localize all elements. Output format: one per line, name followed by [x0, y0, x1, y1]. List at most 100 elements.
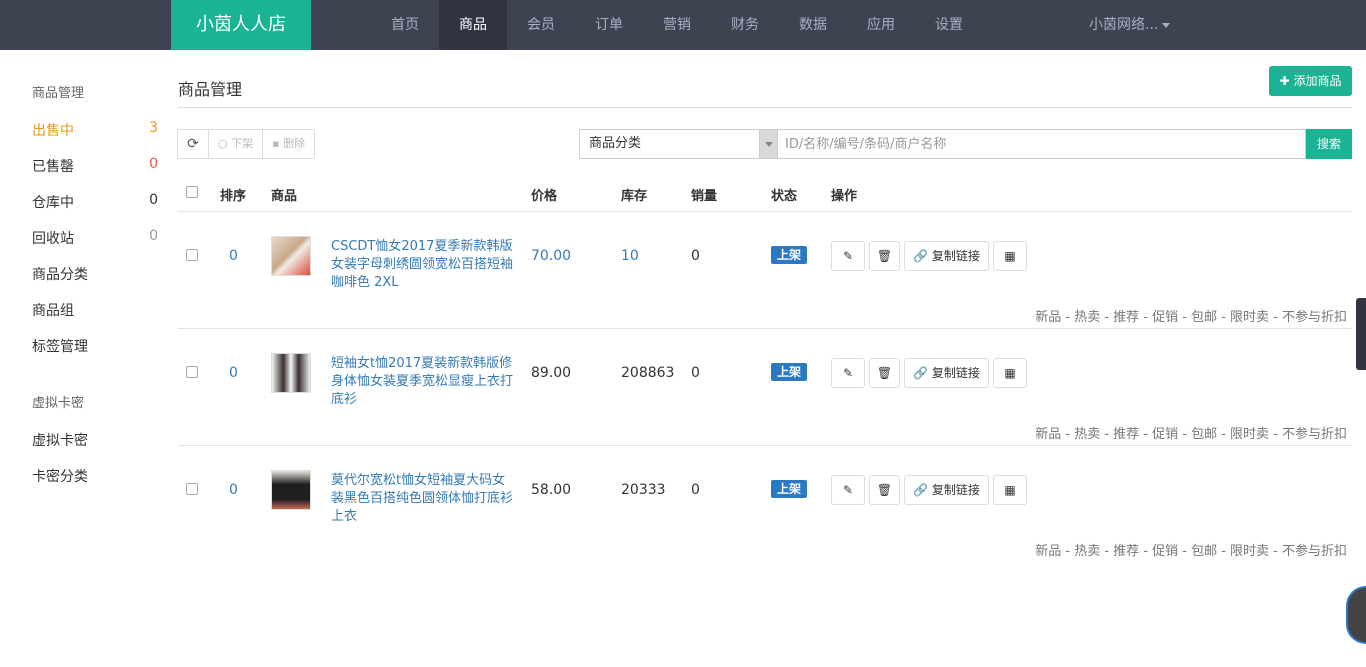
- sidebar-item-groups[interactable]: 商品组: [32, 300, 158, 320]
- nav-marketing[interactable]: 营销: [643, 0, 711, 50]
- copy-link-label: 复制链接: [931, 483, 980, 497]
- sort-value[interactable]: 0: [229, 248, 238, 264]
- nav-goods[interactable]: 商品: [439, 0, 507, 50]
- product-tags[interactable]: 新品 - 热卖 - 推荐 - 促销 - 包邮 - 限时卖 - 不参与折扣: [1035, 306, 1347, 325]
- trash-icon: ▪: [272, 137, 280, 150]
- side-tool-handle[interactable]: [1356, 298, 1366, 370]
- edit-button[interactable]: ✎: [831, 241, 865, 271]
- category-select[interactable]: 商品分类: [579, 129, 778, 159]
- stock-value[interactable]: 10: [621, 248, 639, 264]
- page-title: 商品管理: [178, 80, 243, 99]
- product-thumbnail[interactable]: [271, 353, 311, 393]
- nav-members[interactable]: 会员: [507, 0, 575, 50]
- top-navbar: 小茵人人店 首页 商品 会员 订单 营销 财务 数据 应用 设置 小茵网络...: [0, 0, 1366, 50]
- product-thumbnail[interactable]: [271, 236, 311, 276]
- price-value[interactable]: 70.00: [531, 248, 571, 264]
- delete-row-button[interactable]: 🗑: [869, 241, 900, 271]
- refresh-button[interactable]: ⟳: [178, 130, 208, 158]
- link-icon: 🔗: [913, 366, 929, 380]
- sales-value: 0: [691, 248, 700, 264]
- column-header-status: 状态: [771, 189, 798, 204]
- plus-icon: ✚: [1279, 74, 1290, 88]
- nav-settings[interactable]: 设置: [915, 0, 983, 50]
- sidebar-section-virtual-cards: 虚拟卡密: [32, 396, 85, 411]
- sort-value[interactable]: 0: [229, 365, 238, 381]
- edit-button[interactable]: ✎: [831, 358, 865, 388]
- divider: [178, 445, 1352, 446]
- sidebar-section-goods: 商品管理: [32, 86, 85, 101]
- edit-button[interactable]: ✎: [831, 475, 865, 505]
- qrcode-button[interactable]: ▦: [993, 358, 1027, 388]
- link-icon: 🔗: [913, 483, 929, 497]
- user-menu[interactable]: 小茵网络...: [1089, 0, 1171, 50]
- category-select-value: 商品分类: [589, 136, 642, 151]
- sidebar-item-label: 出售中: [32, 123, 74, 139]
- sidebar-item-on-sale[interactable]: 出售中 3: [32, 120, 158, 140]
- status-badge[interactable]: 上架: [771, 246, 808, 264]
- trash-icon: 🗑: [876, 483, 893, 497]
- column-header-price: 价格: [531, 189, 558, 204]
- avatar[interactable]: [1346, 586, 1366, 644]
- copy-link-button[interactable]: 🔗 复制链接: [904, 358, 989, 388]
- sales-value: 0: [691, 482, 700, 498]
- status-badge[interactable]: 上架: [771, 363, 808, 381]
- sidebar-item-categories[interactable]: 商品分类: [32, 264, 158, 284]
- add-goods-button[interactable]: ✚ 添加商品: [1269, 66, 1352, 96]
- nav-home[interactable]: 首页: [371, 0, 439, 50]
- brand-logo[interactable]: 小茵人人店: [171, 0, 311, 50]
- qrcode-button[interactable]: ▦: [993, 241, 1027, 271]
- edit-icon: ✎: [842, 249, 854, 263]
- circle-icon: ○: [218, 137, 228, 150]
- product-name-link[interactable]: 短袖女t恤2017夏装新款韩版修身体恤女装夏季宽松显瘦上衣打底衫: [331, 355, 517, 409]
- product-thumbnail[interactable]: [271, 470, 311, 510]
- search-button[interactable]: 搜索: [1306, 129, 1352, 159]
- product-name-link[interactable]: CSCDT恤女2017夏季新款韩版女装字母刺绣圆领宽松百搭短袖咖啡色 2XL: [331, 238, 517, 292]
- delete-row-button[interactable]: 🗑: [869, 358, 900, 388]
- sidebar-item-label: 已售罄: [32, 159, 74, 175]
- nav-orders[interactable]: 订单: [575, 0, 643, 50]
- sidebar-item-card-categories[interactable]: 卡密分类: [32, 466, 158, 486]
- sidebar-item-sold-out[interactable]: 已售罄 0: [32, 156, 158, 176]
- search-input[interactable]: [778, 129, 1306, 159]
- copy-link-button[interactable]: 🔗 复制链接: [904, 475, 989, 505]
- delete-row-button[interactable]: 🗑: [869, 475, 900, 505]
- edit-icon: ✎: [842, 483, 854, 497]
- add-goods-label: 添加商品: [1293, 74, 1342, 88]
- refresh-icon: ⟳: [187, 136, 199, 152]
- row-checkbox[interactable]: [186, 249, 198, 261]
- count-badge: 0: [149, 156, 158, 172]
- product-name-link[interactable]: 莫代尔宽松t恤女短袖夏大码女装黑色百搭纯色圆领体恤打底衫上衣: [331, 472, 517, 526]
- price-value[interactable]: 89.00: [531, 365, 571, 381]
- sidebar-item-virtual-cards[interactable]: 虚拟卡密: [32, 430, 158, 450]
- sidebar-item-warehouse[interactable]: 仓库中 0: [32, 192, 158, 212]
- sidebar-item-recycle-bin[interactable]: 回收站 0: [32, 228, 158, 248]
- sort-value[interactable]: 0: [229, 482, 238, 498]
- count-badge: 3: [149, 120, 158, 136]
- dropdown-arrow-icon: [759, 130, 777, 158]
- qrcode-button[interactable]: ▦: [993, 475, 1027, 505]
- stock-value[interactable]: 208863: [621, 365, 674, 381]
- column-header-actions: 操作: [831, 189, 858, 204]
- offshelf-button[interactable]: ○ 下架: [208, 130, 262, 158]
- qrcode-icon: ▦: [1004, 249, 1016, 263]
- product-tags[interactable]: 新品 - 热卖 - 推荐 - 促销 - 包邮 - 限时卖 - 不参与折扣: [1035, 423, 1347, 442]
- price-value[interactable]: 58.00: [531, 482, 571, 498]
- column-header-sales: 销量: [691, 189, 718, 204]
- status-badge[interactable]: 上架: [771, 480, 808, 498]
- bulk-actions: ⟳ ○ 下架 ▪ 删除: [177, 129, 316, 159]
- stock-value[interactable]: 20333: [621, 482, 666, 498]
- row-checkbox[interactable]: [186, 483, 198, 495]
- nav-data[interactable]: 数据: [779, 0, 847, 50]
- count-badge: 0: [149, 228, 158, 244]
- copy-link-button[interactable]: 🔗 复制链接: [904, 241, 989, 271]
- delete-button[interactable]: ▪ 删除: [262, 130, 314, 158]
- user-menu-label: 小茵网络...: [1089, 17, 1159, 33]
- row-checkbox[interactable]: [186, 366, 198, 378]
- product-tags[interactable]: 新品 - 热卖 - 推荐 - 促销 - 包邮 - 限时卖 - 不参与折扣: [1035, 540, 1347, 559]
- divider: [178, 328, 1352, 329]
- sidebar-item-tags[interactable]: 标签管理: [32, 336, 158, 356]
- nav-finance[interactable]: 财务: [711, 0, 779, 50]
- select-all-checkbox[interactable]: [186, 186, 198, 198]
- delete-label: 删除: [283, 137, 306, 150]
- nav-apps[interactable]: 应用: [847, 0, 915, 50]
